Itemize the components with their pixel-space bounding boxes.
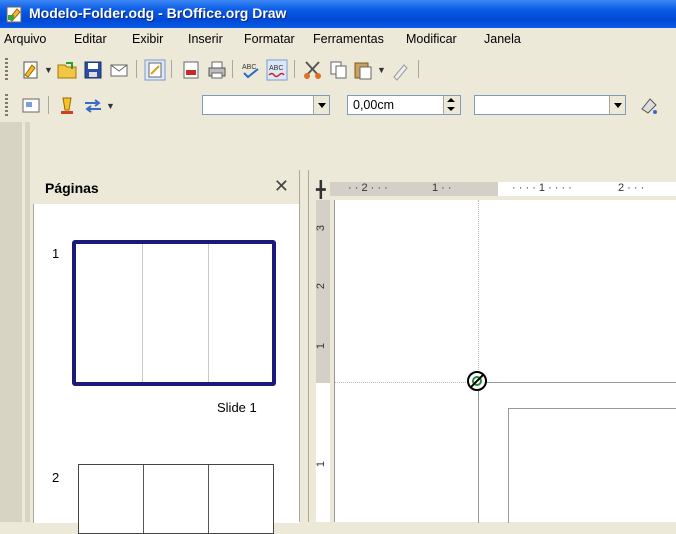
ruler-tick-label: 1 · · [432,182,452,194]
pages-panel-header: Páginas ✕ [33,170,299,204]
ruler-tick-label: 2 · · · [618,182,645,194]
horizontal-ruler[interactable]: · · 2 · · · 1 · · · · · · 1 · · · · 2 · … [312,178,676,201]
close-icon[interactable]: ✕ [274,176,289,197]
fold-line [143,465,144,533]
ruler-origin-icon[interactable]: ╋ [316,180,326,200]
page-number: 1 [52,246,60,261]
pages-panel-title: Páginas [45,180,99,196]
toolbar-grip[interactable] [5,58,8,80]
auto-spellcheck-icon[interactable]: ABC [266,59,288,81]
line-color-select[interactable] [474,95,626,115]
edit-file-icon[interactable] [144,59,166,81]
save-icon[interactable] [82,59,104,81]
cut-icon[interactable] [302,59,324,81]
menu-exibir[interactable]: Exibir [132,32,163,46]
chevron-down-icon[interactable] [609,96,625,114]
page-content-frame[interactable] [508,408,676,523]
new-document-icon[interactable] [20,59,42,81]
menu-ferramentas[interactable]: Ferramentas [313,32,384,46]
separator [48,96,49,114]
chevron-down-icon[interactable]: ▼ [106,101,115,111]
rotation-handle-icon[interactable] [466,370,488,392]
page-label: Slide 1 [217,400,257,415]
spellcheck-icon[interactable]: ABC [240,59,262,81]
separator [294,60,295,78]
ruler-tick-label: 1 [315,342,328,350]
email-document-icon[interactable] [108,59,130,81]
snap-guide-vertical [478,200,479,382]
spin-buttons-icon[interactable] [443,96,460,114]
line-width-spinner[interactable]: 0,00cm [347,95,461,115]
menu-modificar[interactable]: Modificar [406,32,457,46]
separator [418,60,419,78]
left-dock-gutter [0,122,30,522]
fold-line [208,244,209,382]
line-filling-toolbar: ▼ 0,00cm [0,86,676,122]
line-width-value: 0,00cm [353,98,394,112]
menu-formatar[interactable]: Formatar [244,32,295,46]
area-fill-icon[interactable] [638,95,660,117]
separator [136,60,137,78]
title-bar: Modelo-Folder.odg - BrOffice.org Draw [0,0,676,28]
chevron-down-icon[interactable] [313,96,329,114]
toolbar-grip[interactable] [5,94,8,116]
ruler-tick-label: 2 [315,282,328,290]
arrow-style-icon[interactable] [82,95,104,117]
separator [171,60,172,78]
paste-icon[interactable] [352,59,374,81]
export-pdf-icon[interactable] [180,59,202,81]
fold-line [208,465,209,533]
vertical-ruler[interactable]: 3 2 1 1 [312,200,335,522]
line-style-select[interactable] [202,95,330,115]
menu-editar[interactable]: Editar [74,32,107,46]
menu-arquivo[interactable]: Arquivo [4,32,46,46]
page-thumbnail-1[interactable] [72,240,276,386]
gutter-divider [22,122,25,522]
clone-formatting-icon[interactable] [390,59,412,81]
print-icon[interactable] [206,59,228,81]
open-folder-icon[interactable] [56,59,78,81]
panel-splitter[interactable] [299,170,309,522]
ruler-tick-label: · · · · 1 · · · · [512,182,572,194]
standard-toolbar: ▼ ABC ABC ▼ [0,50,676,87]
menu-janela[interactable]: Janela [484,32,521,46]
chevron-down-icon[interactable]: ▼ [377,65,386,75]
separator [232,60,233,78]
window-title: Modelo-Folder.odg - BrOffice.org Draw [29,5,287,21]
page-number: 2 [52,470,60,485]
menu-inserir[interactable]: Inserir [188,32,223,46]
menu-bar: Arquivo Editar Exibir Inserir Formatar F… [0,28,676,50]
page-thumbnail-2[interactable] [78,464,274,534]
fold-line [142,244,143,382]
svg-text:ABC: ABC [269,65,283,72]
draw-app-icon [6,6,22,23]
ruler-tick-label: 3 [315,224,328,232]
svg-text:ABC: ABC [242,64,256,71]
ruler-tick-label: 1 [315,460,328,468]
copy-icon[interactable] [328,59,350,81]
line-icon[interactable] [56,95,78,117]
ruler-tick-label: · · 2 · · · [348,182,388,194]
chevron-down-icon[interactable]: ▼ [44,65,53,75]
style-window-icon[interactable] [20,95,42,117]
